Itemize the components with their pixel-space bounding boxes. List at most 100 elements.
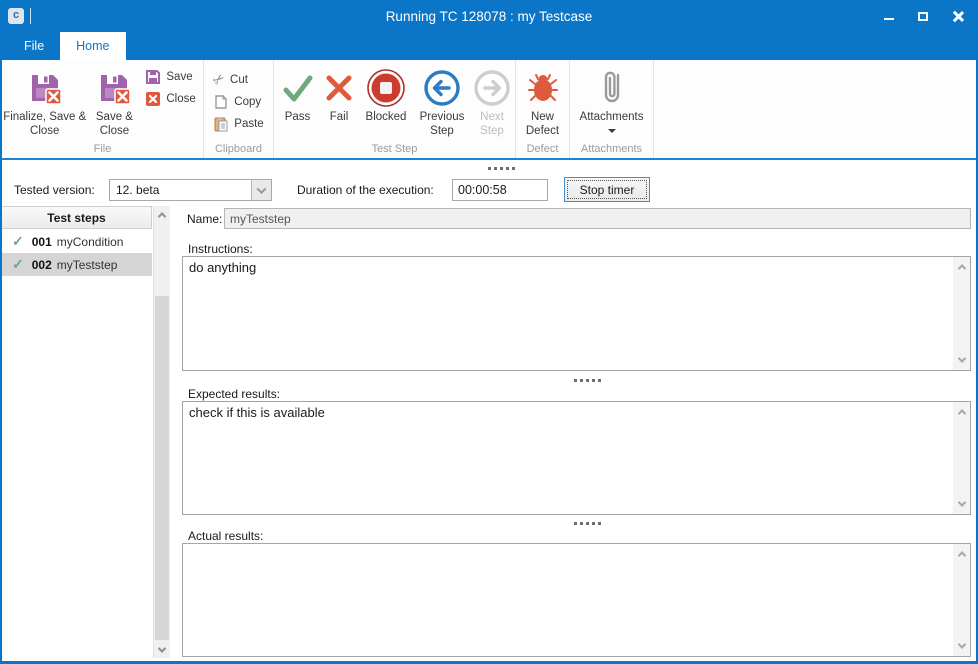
group-label-clipboard: Clipboard xyxy=(204,143,273,155)
expected-results-textarea[interactable]: check if this is available xyxy=(183,402,953,514)
tested-version-label: Tested version: xyxy=(14,183,95,197)
title-bar: c Running TC 128078 : my Testcase xyxy=(0,0,978,32)
save-button[interactable]: Save xyxy=(145,69,203,85)
copy-button[interactable]: Copy xyxy=(213,94,263,110)
maximize-button[interactable] xyxy=(910,5,936,27)
check-icon: ✓ xyxy=(12,256,24,273)
group-label-test-step: Test Step xyxy=(274,143,515,155)
minimize-icon xyxy=(884,18,894,20)
window-title: Running TC 128078 : my Testcase xyxy=(0,9,978,24)
cut-button[interactable]: ✂ Cut xyxy=(213,71,263,88)
duration-label: Duration of the execution: xyxy=(297,183,434,197)
stop-timer-button[interactable]: Stop timer xyxy=(564,177,650,202)
name-label: Name: xyxy=(187,212,222,226)
floppy-icon xyxy=(145,69,161,85)
grip-dots-icon xyxy=(574,522,577,525)
scroll-up-button[interactable] xyxy=(154,206,170,223)
chevron-down-icon xyxy=(957,498,965,506)
dropdown-arrow-icon xyxy=(608,129,616,133)
expected-results-scrollbar[interactable] xyxy=(953,402,970,514)
ribbon: Finalize, Save & Close Save & Clos xyxy=(2,60,976,160)
scissors-icon: ✂ xyxy=(209,69,229,90)
combo-dropdown-button[interactable] xyxy=(251,180,271,200)
actual-results-scrollbar[interactable] xyxy=(953,544,970,656)
maximize-icon xyxy=(918,12,928,21)
paste-button[interactable]: Paste xyxy=(213,116,263,132)
ribbon-group-clipboard: ✂ Cut Copy xyxy=(204,60,274,158)
ribbon-group-defect: New Defect Defect xyxy=(516,60,570,158)
ribbon-group-attachments: Attachments Attachments xyxy=(570,60,654,158)
tab-file[interactable]: File xyxy=(8,32,60,60)
grip-dots-icon xyxy=(574,379,577,382)
actual-results-textarea[interactable] xyxy=(183,544,953,656)
scroll-down-button[interactable] xyxy=(953,496,970,512)
bug-icon xyxy=(526,67,560,109)
new-defect-button[interactable]: New Defect xyxy=(518,65,568,139)
floppy-delete-icon xyxy=(96,67,132,109)
ribbon-tab-row: File Home xyxy=(0,32,978,60)
close-ribbon-button[interactable]: Close xyxy=(145,91,203,107)
red-x-icon xyxy=(323,67,355,109)
ribbon-group-test-step: Pass Fail xyxy=(274,60,516,158)
tab-home[interactable]: Home xyxy=(60,32,125,60)
arrow-right-circle-icon xyxy=(473,67,511,109)
execution-toolbar: Tested version: 12. beta Duration of the… xyxy=(2,176,976,206)
fail-button[interactable]: Fail xyxy=(320,65,358,139)
duration-input[interactable] xyxy=(452,179,548,201)
chevron-down-icon xyxy=(257,184,267,194)
app-window: c Running TC 128078 : my Testcase File H… xyxy=(0,0,978,664)
ribbon-splitter[interactable] xyxy=(2,161,976,175)
group-label-defect: Defect xyxy=(516,143,569,155)
scroll-down-button[interactable] xyxy=(154,641,170,658)
scrollbar-thumb[interactable] xyxy=(155,296,169,640)
green-check-icon xyxy=(281,67,315,109)
next-step-button: Next Step xyxy=(470,65,514,139)
actual-results-box xyxy=(182,543,971,657)
expected-results-splitter[interactable] xyxy=(177,516,973,530)
test-step-row-1[interactable]: ✓ 001 myCondition xyxy=(2,230,152,253)
window-controls xyxy=(876,0,970,32)
save-close-button[interactable]: Save & Close xyxy=(87,65,141,139)
chevron-down-icon xyxy=(957,640,965,648)
tested-version-select[interactable]: 12. beta xyxy=(109,179,272,201)
expected-results-box: check if this is available xyxy=(182,401,971,515)
expected-results-label: Expected results: xyxy=(188,387,280,401)
previous-step-button[interactable]: Previous Step xyxy=(414,65,470,139)
test-step-row-2[interactable]: ✓ 002 myTeststep xyxy=(2,253,152,276)
stop-circle-icon xyxy=(366,67,406,109)
blocked-button[interactable]: Blocked xyxy=(358,65,414,139)
paperclip-icon xyxy=(597,67,627,109)
scroll-up-button[interactable] xyxy=(953,546,970,562)
instructions-scrollbar[interactable] xyxy=(953,257,970,370)
instructions-splitter[interactable] xyxy=(177,373,973,387)
pass-button[interactable]: Pass xyxy=(275,65,320,139)
scroll-down-button[interactable] xyxy=(953,638,970,654)
test-steps-scrollbar[interactable] xyxy=(153,206,170,658)
scroll-down-button[interactable] xyxy=(953,352,970,368)
grip-dots-icon xyxy=(488,167,491,170)
chevron-up-icon xyxy=(957,551,965,559)
step-detail-panel: Name: Instructions: do anything Expected… xyxy=(177,206,973,658)
scroll-up-button[interactable] xyxy=(953,404,970,420)
chevron-down-icon xyxy=(158,644,166,652)
group-label-file: File xyxy=(2,143,203,155)
instructions-textarea[interactable]: do anything xyxy=(183,257,953,370)
paste-icon xyxy=(213,116,229,132)
minimize-button[interactable] xyxy=(876,5,902,27)
floppy-delete-icon xyxy=(27,67,63,109)
name-input[interactable] xyxy=(224,208,971,229)
test-steps-header: Test steps xyxy=(2,206,152,229)
close-button[interactable] xyxy=(944,5,970,27)
check-icon: ✓ xyxy=(12,233,24,250)
scroll-up-button[interactable] xyxy=(953,259,970,275)
attachments-button[interactable]: Attachments xyxy=(572,65,652,133)
chevron-up-icon xyxy=(957,264,965,272)
tested-version-value: 12. beta xyxy=(110,180,251,200)
instructions-label: Instructions: xyxy=(188,242,253,256)
finalize-save-close-button[interactable]: Finalize, Save & Close xyxy=(2,65,87,139)
chevron-up-icon xyxy=(158,212,166,220)
copy-icon xyxy=(213,94,229,110)
close-icon xyxy=(952,11,963,22)
actual-results-label: Actual results: xyxy=(188,529,263,543)
test-steps-panel: Test steps ✓ 001 myCondition ✓ 002 myTes… xyxy=(2,206,170,658)
